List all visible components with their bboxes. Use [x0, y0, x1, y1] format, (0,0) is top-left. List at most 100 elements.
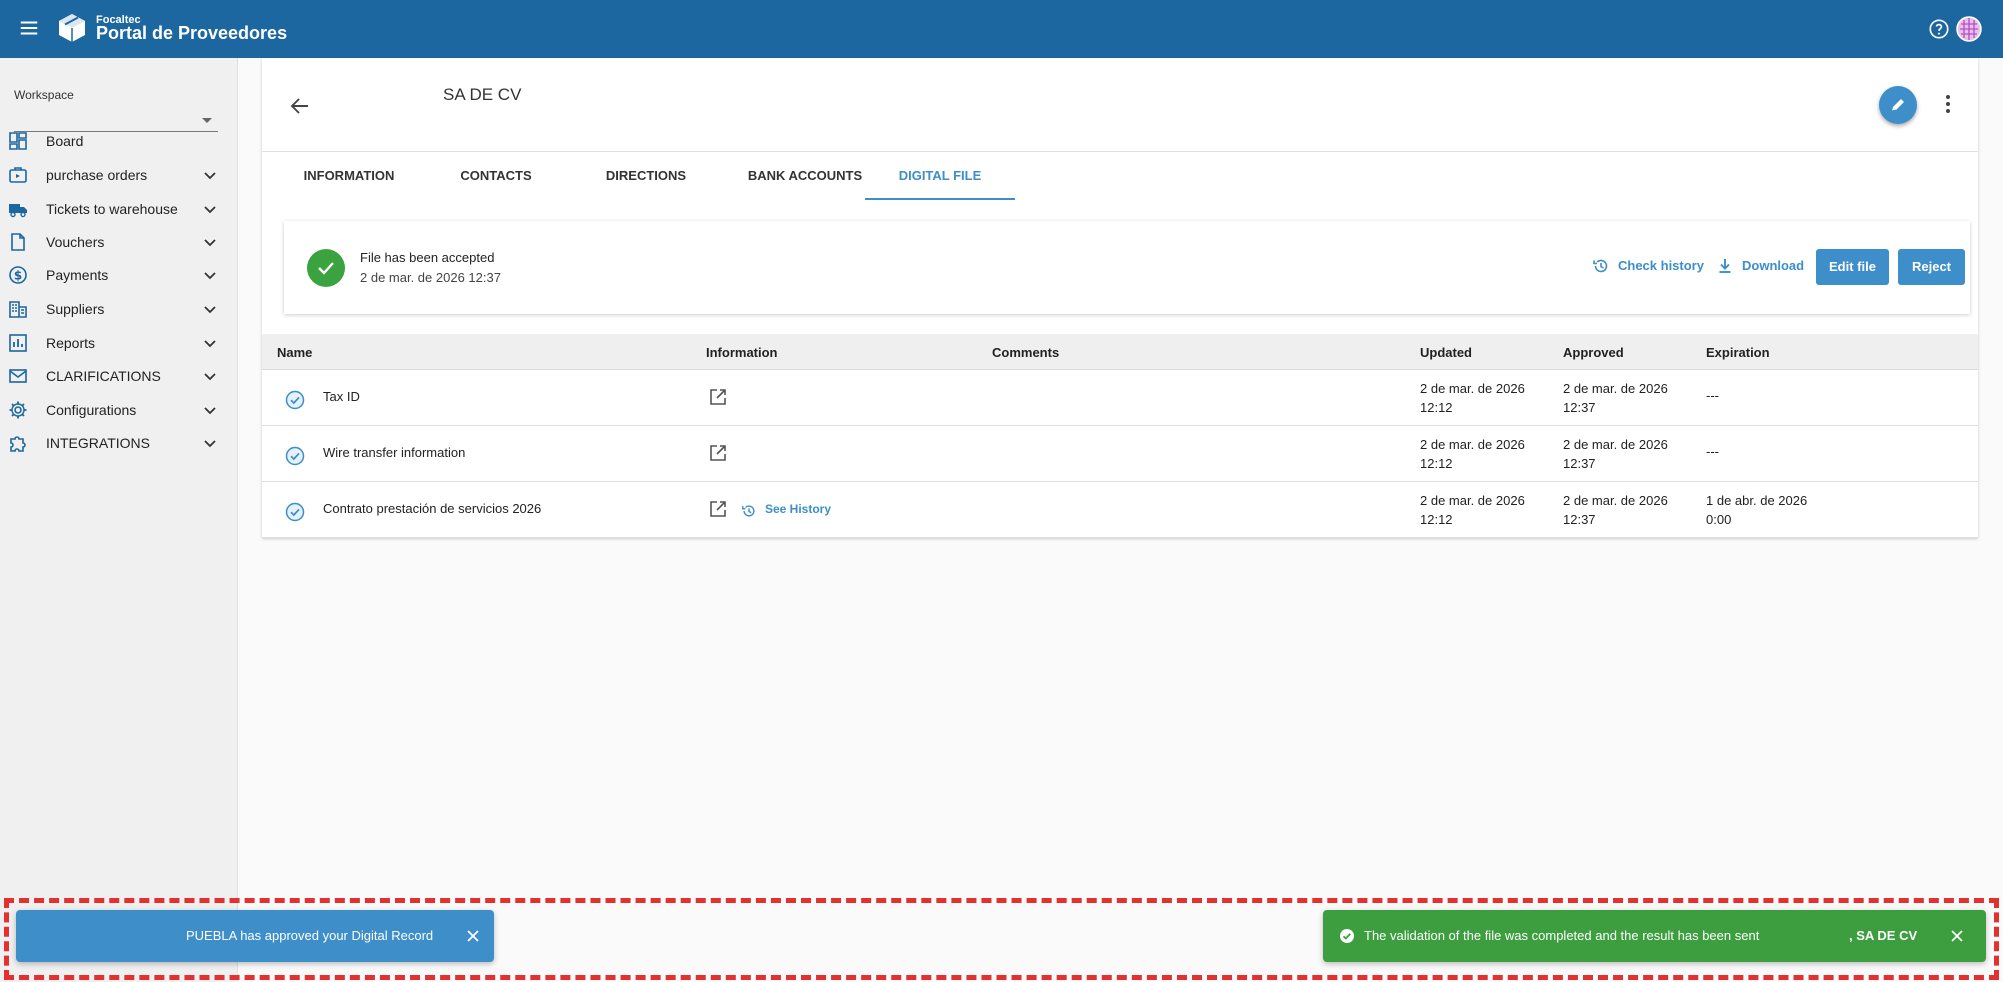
tab-bar: INFORMATION CONTACTS DIRECTIONS BANK ACC…: [262, 152, 1978, 200]
table-row[interactable]: Tax ID 2 de mar. de 2026 12:12 2 de mar.…: [262, 370, 1978, 426]
row-expiration: ---: [1706, 388, 1719, 403]
dollar-icon: $: [9, 266, 27, 284]
snackbar-validation: The validation of the file was completed…: [1323, 910, 1986, 962]
column-header-updated[interactable]: Updated: [1420, 345, 1472, 360]
sidebar-item-label: Vouchers: [46, 234, 105, 250]
chevron-down-icon: [204, 172, 216, 180]
close-icon[interactable]: [1949, 928, 1965, 944]
dashboard-icon: [9, 132, 27, 150]
sidebar-item-board[interactable]: Board: [0, 124, 238, 157]
supplier-detail-card: SA DE CV INFORMATION CONTACTS DIRECTIONS…: [262, 58, 1978, 538]
tab-information[interactable]: INFORMATION: [282, 152, 416, 200]
row-expiration: ---: [1706, 444, 1719, 459]
sidebar-item-label: Configurations: [46, 402, 137, 418]
chevron-down-icon: [204, 407, 216, 415]
column-header-comments: Comments: [992, 345, 1060, 360]
row-updated: 2 de mar. de 2026 12:12: [1420, 381, 1525, 415]
check-circle-icon: [1340, 929, 1354, 943]
success-check-icon: [307, 249, 345, 287]
brand-title[interactable]: Portal de Proveedores: [96, 23, 287, 44]
chevron-down-icon: [204, 206, 216, 214]
sidebar-item-label: INTEGRATIONS: [46, 435, 150, 451]
sidebar-item-label: CLARIFICATIONS: [46, 368, 161, 384]
row-updated: 2 de mar. de 2026 12:12: [1420, 493, 1525, 527]
see-history-label: See History: [765, 502, 832, 516]
sidebar-item-vouchers[interactable]: Vouchers: [0, 225, 238, 258]
sidebar-item-reports[interactable]: Reports: [0, 326, 238, 359]
chevron-down-icon: [204, 373, 216, 381]
open-in-new-icon[interactable]: [708, 387, 728, 407]
top-app-bar: Focaltec Portal de Proveedores: [0, 0, 2003, 58]
column-header-name[interactable]: Name: [277, 345, 312, 360]
check-circle-icon: [285, 502, 305, 522]
svg-text:$: $: [14, 269, 22, 283]
tab-contacts[interactable]: CONTACTS: [429, 152, 563, 200]
sidebar-item-payments[interactable]: $ Payments: [0, 258, 238, 291]
download-button[interactable]: Download: [1716, 257, 1808, 277]
arrow-back-icon[interactable]: [288, 94, 312, 118]
row-approved: 2 de mar. de 2026 12:37: [1563, 437, 1668, 471]
puzzle-icon: [10, 436, 26, 452]
status-date: 2 de mar. de 2026 12:37: [360, 270, 501, 285]
row-expiration: 1 de abr. de 2026 0:00: [1706, 493, 1808, 527]
avatar-icon[interactable]: [1956, 16, 1982, 42]
chevron-down-icon: [204, 306, 216, 314]
sidebar-item-label: Board: [46, 133, 84, 149]
chevron-down-icon: [204, 440, 216, 448]
edit-button[interactable]: [1879, 86, 1917, 124]
snackbar-validation-text: The validation of the file was completed…: [1364, 928, 1760, 943]
building-icon: [9, 301, 27, 318]
edit-file-button[interactable]: Edit file: [1816, 249, 1889, 285]
sidebar-item-integrations[interactable]: INTEGRATIONS: [0, 426, 238, 459]
row-approved: 2 de mar. de 2026 12:37: [1563, 493, 1668, 527]
cube-logo-icon: [59, 14, 85, 42]
sidebar-item-configurations[interactable]: Configurations: [0, 393, 238, 426]
download-label: Download: [1742, 258, 1805, 273]
table-row[interactable]: Contrato prestación de servicios 2026 Se…: [262, 482, 1978, 538]
row-name: Contrato prestación de servicios 2026: [323, 501, 542, 516]
check-history-label: Check history: [1618, 258, 1704, 273]
sidebar-item-clarifications[interactable]: CLARIFICATIONS: [0, 359, 238, 392]
row-updated: 2 de mar. de 2026 12:12: [1420, 437, 1525, 471]
check-circle-icon: [285, 446, 305, 466]
sidebar-item-label: Suppliers: [46, 301, 105, 317]
dropdown-caret-icon: [202, 118, 212, 123]
history-icon: [742, 505, 755, 517]
table-header: Name Information Comments Updated Approv…: [262, 334, 1978, 370]
document-icon: [11, 233, 25, 251]
check-history-button[interactable]: Check history: [1592, 257, 1704, 277]
gear-icon: [9, 401, 27, 419]
chart-icon: [9, 334, 27, 352]
menu-icon[interactable]: [18, 17, 40, 39]
tab-directions[interactable]: DIRECTIONS: [579, 152, 713, 200]
open-in-new-icon[interactable]: [708, 443, 728, 463]
row-name: Wire transfer information: [323, 445, 466, 460]
help-icon[interactable]: [1928, 18, 1950, 40]
chevron-down-icon: [204, 340, 216, 348]
truck-icon: [9, 204, 27, 218]
reject-button[interactable]: Reject: [1898, 249, 1965, 285]
sidebar-item-label: Reports: [46, 335, 96, 351]
open-in-new-icon[interactable]: [708, 499, 728, 519]
sidebar-item-tickets-to-warehouse[interactable]: Tickets to warehouse: [0, 192, 238, 225]
column-header-approved[interactable]: Approved: [1563, 345, 1624, 360]
sidebar-item-purchase-orders[interactable]: purchase orders: [0, 158, 238, 191]
sidebar: Workspace Board purchase orders Tickets …: [0, 58, 238, 982]
status-title: File has been accepted: [360, 250, 495, 265]
sidebar-item-suppliers[interactable]: Suppliers: [0, 292, 238, 325]
workspace-label: Workspace: [14, 88, 74, 102]
more-vert-icon[interactable]: [1936, 92, 1960, 116]
column-header-expiration[interactable]: Expiration: [1706, 345, 1770, 360]
close-icon[interactable]: [465, 928, 481, 944]
tab-bank-accounts[interactable]: BANK ACCOUNTS: [726, 152, 884, 200]
snackbar-validation-supplier: , SA DE CV: [1849, 928, 1918, 943]
tab-digital-file[interactable]: DIGITAL FILE: [865, 152, 1015, 200]
file-status-card: File has been accepted 2 de mar. de 2026…: [284, 221, 1970, 314]
chevron-down-icon: [204, 272, 216, 280]
check-circle-icon: [285, 390, 305, 410]
sidebar-item-label: Tickets to warehouse: [46, 201, 178, 217]
snackbar-approved: PUEBLA has approved your Digital Record: [16, 910, 494, 962]
pencil-icon: [1891, 99, 1904, 112]
briefcase-icon: [9, 167, 27, 183]
table-row[interactable]: Wire transfer information 2 de mar. de 2…: [262, 426, 1978, 482]
